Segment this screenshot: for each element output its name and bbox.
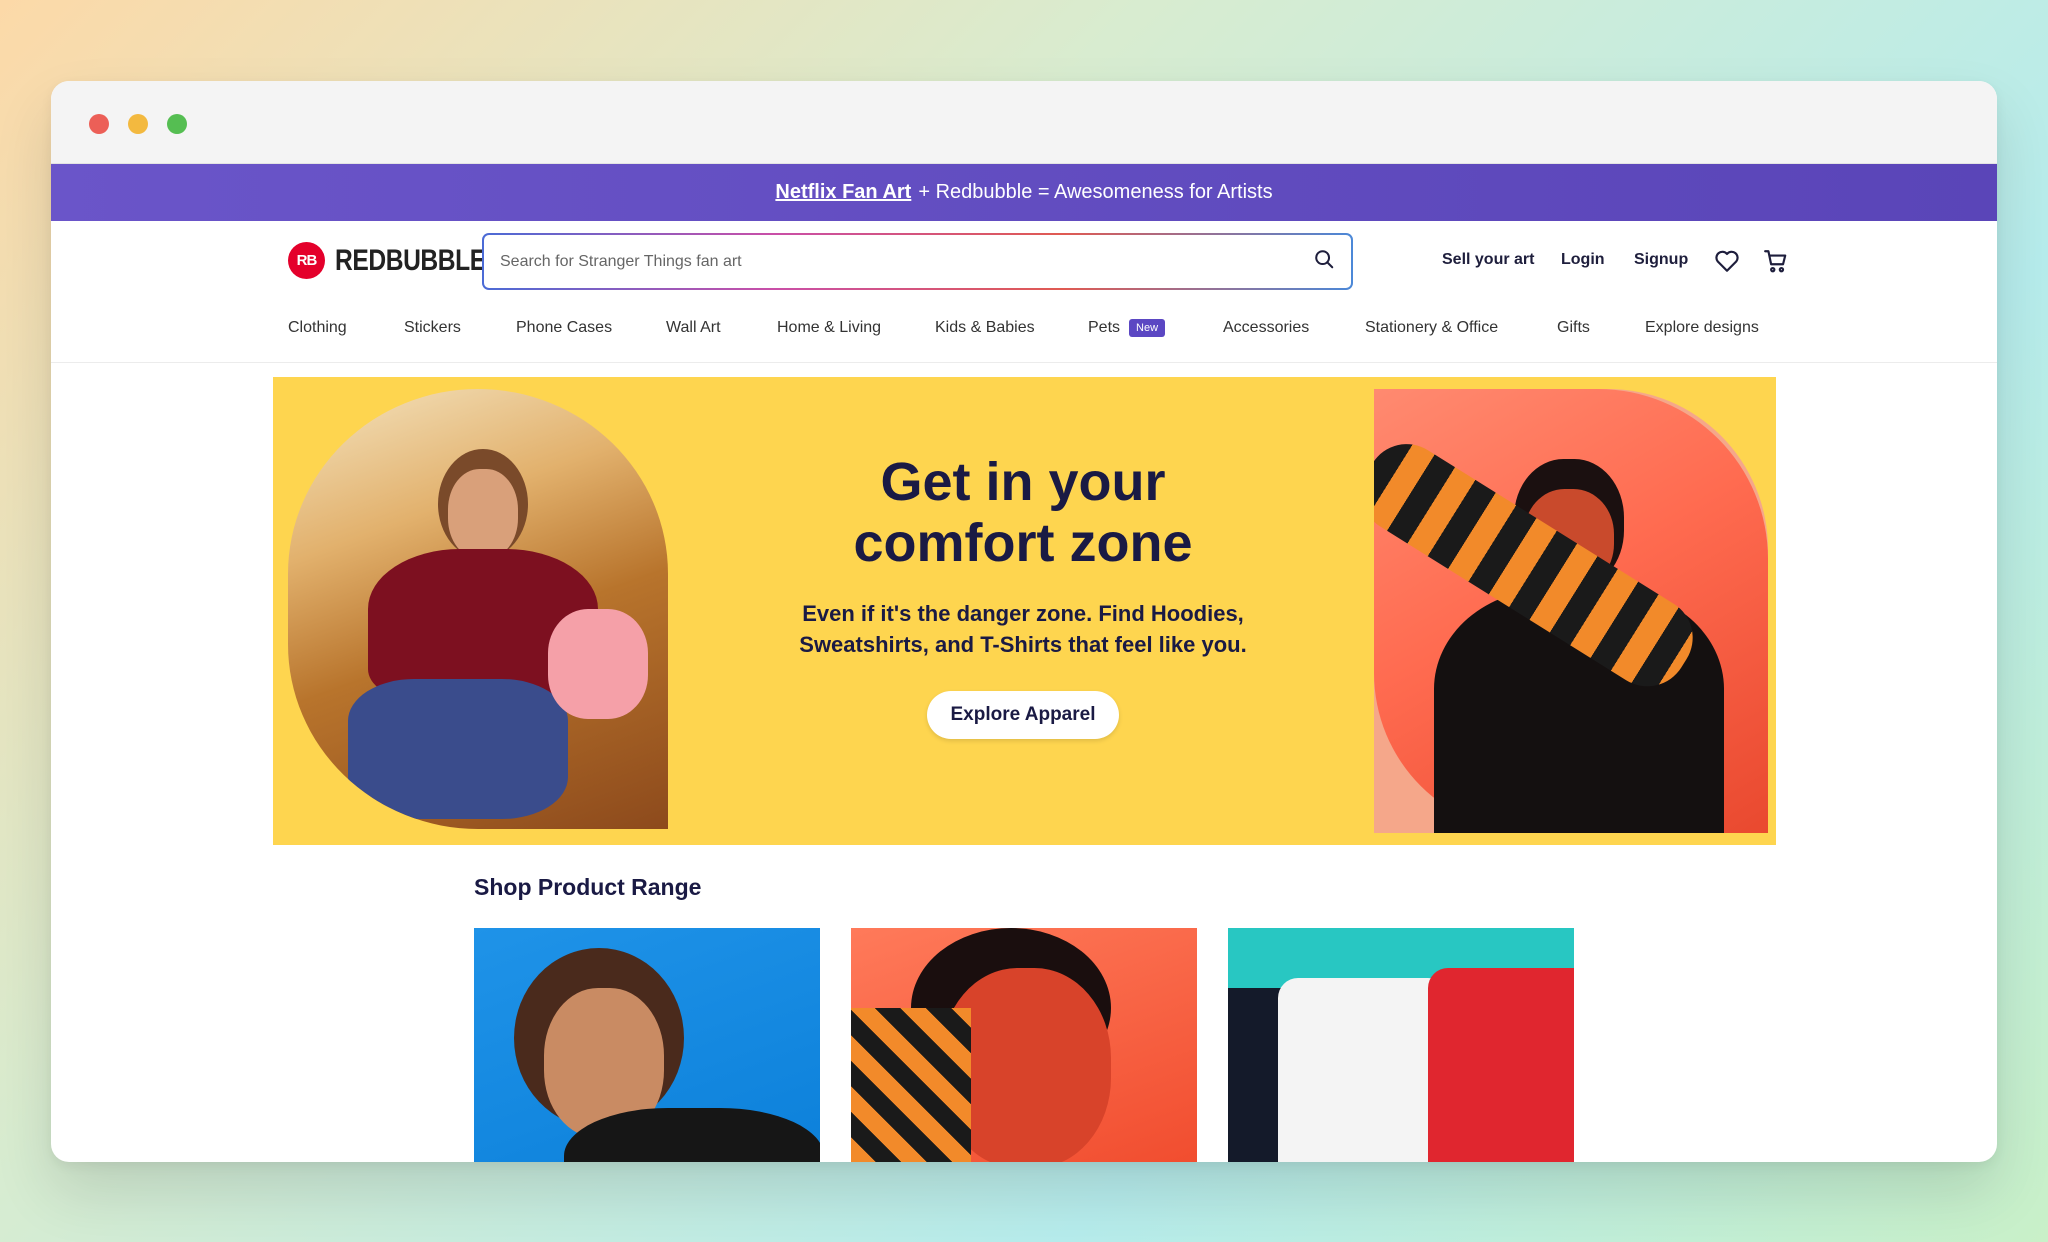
site-header: RB REDBUBBLE Sell your art Login Signup [51,221,1997,363]
minimize-window-button[interactable] [128,114,148,134]
new-badge: New [1129,319,1166,337]
nav-phone-cases[interactable]: Phone Cases [516,319,612,337]
logo-mark-icon: RB [288,242,325,279]
search-bar [482,233,1353,290]
logo-text: REDBUBBLE [335,243,486,277]
search-input[interactable] [500,252,1313,271]
close-window-button[interactable] [89,114,109,134]
shop-product-range-title: Shop Product Range [474,874,702,900]
maximize-window-button[interactable] [167,114,187,134]
promo-banner: Netflix Fan Art + Redbubble = Awesomenes… [51,164,1997,221]
nav-gifts[interactable]: Gifts [1557,319,1590,337]
nav-kids-babies[interactable]: Kids & Babies [935,319,1035,337]
hero-image-left [288,389,668,829]
nav-stationery-office[interactable]: Stationery & Office [1365,319,1498,337]
promo-link[interactable]: Netflix Fan Art [775,181,911,204]
nav-wall-art[interactable]: Wall Art [666,319,721,337]
product-card-image[interactable] [474,928,820,1162]
login-link[interactable]: Login [1561,251,1605,269]
nav-explore-designs[interactable]: Explore designs [1645,319,1759,337]
hero-subtitle: Even if it's the danger zone. Find Hoodi… [799,601,1247,657]
explore-apparel-button[interactable]: Explore Apparel [927,691,1119,739]
nav-home-living[interactable]: Home & Living [777,319,881,337]
product-card-image[interactable] [1228,928,1574,1162]
hero-content: Get in your comfort zone Even if it's th… [723,452,1323,739]
sell-your-art-link[interactable]: Sell your art [1442,251,1534,269]
product-card-image[interactable] [851,928,1197,1162]
nav-pets-label: Pets [1088,319,1121,336]
cart-icon[interactable] [1762,247,1790,275]
hero-banner: Get in your comfort zone Even if it's th… [273,377,1776,845]
hero-title-line1: Get in your [880,452,1166,512]
hero-title-line2: comfort zone [853,513,1193,573]
heart-icon[interactable] [1713,247,1741,275]
window-titlebar [51,81,1997,164]
hero-title: Get in your comfort zone [723,452,1323,574]
search-icon[interactable] [1313,248,1335,275]
hero-image-right [1374,389,1768,833]
nav-stickers[interactable]: Stickers [404,319,461,337]
signup-link[interactable]: Signup [1634,251,1688,269]
nav-clothing[interactable]: Clothing [288,319,347,337]
browser-window: Netflix Fan Art + Redbubble = Awesomenes… [51,81,1997,1162]
promo-text: + Redbubble = Awesomeness for Artists [918,181,1273,203]
nav-pets[interactable]: Pets New [1088,319,1166,337]
nav-accessories[interactable]: Accessories [1223,319,1309,337]
